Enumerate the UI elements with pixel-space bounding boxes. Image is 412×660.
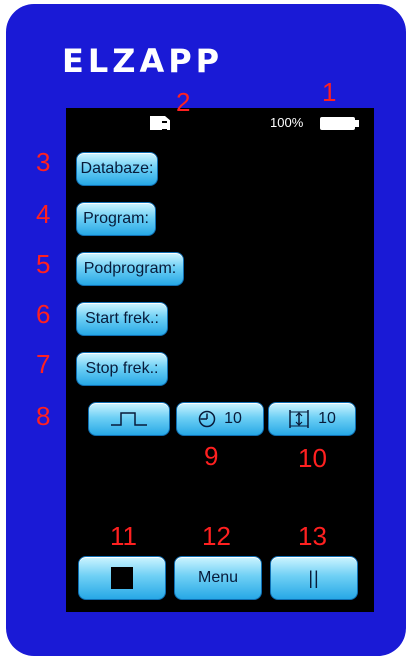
square-wave-icon bbox=[111, 412, 147, 426]
annotation-7: 7 bbox=[36, 349, 51, 379]
amplitude-value: 10 bbox=[318, 410, 336, 427]
annotation-12: 12 bbox=[202, 521, 231, 551]
amplitude-button[interactable]: 10 bbox=[268, 402, 356, 436]
annotation-4: 4 bbox=[36, 199, 51, 229]
stop-frequency-button[interactable]: Stop frek.: bbox=[76, 352, 168, 386]
start-frequency-button[interactable]: Start frek.: bbox=[76, 302, 168, 336]
clock-icon bbox=[198, 410, 216, 428]
status-bar: 100% bbox=[66, 108, 374, 134]
timer-value: 10 bbox=[224, 410, 242, 427]
annotation-1: 1 bbox=[322, 77, 337, 107]
annotation-2: 2 bbox=[176, 87, 191, 117]
annotation-5: 5 bbox=[36, 249, 51, 279]
annotation-11: 11 bbox=[110, 521, 137, 551]
timer-button[interactable]: 10 bbox=[176, 402, 264, 436]
brand-logo: ELZAPP bbox=[62, 42, 224, 80]
annotation-10: 10 bbox=[298, 443, 327, 473]
battery-icon bbox=[320, 117, 359, 130]
battery-percentage: 100% bbox=[270, 115, 304, 130]
device-frame: ELZAPP 100% Databaze: Program: Podprogra… bbox=[6, 4, 406, 656]
program-button[interactable]: Program: bbox=[76, 202, 156, 236]
annotation-9: 9 bbox=[204, 441, 219, 471]
waveform-button[interactable] bbox=[88, 402, 170, 436]
subprogram-button[interactable]: Podprogram: bbox=[76, 252, 184, 286]
annotation-8: 8 bbox=[36, 401, 51, 431]
stop-button[interactable] bbox=[78, 556, 166, 600]
sd-card-icon bbox=[150, 116, 170, 130]
annotation-3: 3 bbox=[36, 147, 51, 177]
menu-button[interactable]: Menu bbox=[174, 556, 262, 600]
pause-button[interactable]: || bbox=[270, 556, 358, 600]
annotation-13: 13 bbox=[298, 521, 327, 551]
amplitude-icon bbox=[289, 409, 309, 428]
database-button[interactable]: Databaze: bbox=[76, 152, 158, 186]
stop-square-icon bbox=[111, 566, 133, 589]
annotation-6: 6 bbox=[36, 299, 51, 329]
